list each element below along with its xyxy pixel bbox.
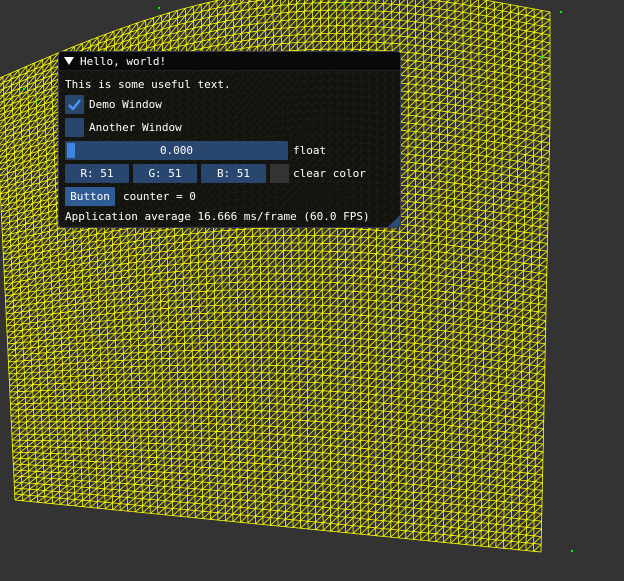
another-window-label: Another Window — [89, 121, 182, 134]
fps-stats-text: Application average 16.666 ms/frame (60.… — [65, 210, 370, 223]
color-b-field[interactable]: B: 51 — [201, 164, 266, 183]
another-window-checkbox[interactable]: Another Window — [65, 118, 182, 137]
float-slider[interactable]: 0.000 — [65, 141, 288, 160]
window-title: Hello, world! — [80, 54, 167, 68]
vertex-point — [158, 7, 160, 9]
checkbox-box[interactable] — [65, 118, 84, 137]
main-button[interactable]: Button — [65, 187, 115, 206]
slider-label: float — [293, 144, 327, 157]
vertex-point — [35, 101, 37, 103]
vertex-point — [343, 3, 345, 5]
vertex-point — [560, 11, 562, 13]
counter-text: counter = 0 — [123, 190, 196, 203]
color-label: clear color — [293, 167, 366, 180]
slider-value: 0.000 — [159, 144, 194, 157]
demo-window-label: Demo Window — [89, 98, 162, 111]
vertex-point — [539, 207, 541, 209]
vertex-point — [571, 550, 573, 552]
checkmark-icon — [68, 99, 81, 110]
color-r-field[interactable]: R: 51 — [65, 164, 129, 183]
color-swatch[interactable] — [270, 164, 289, 183]
checkbox-box[interactable] — [65, 95, 84, 114]
window-titlebar[interactable]: Hello, world! — [59, 52, 400, 71]
vertex-point — [23, 88, 25, 90]
color-g-field[interactable]: G: 51 — [133, 164, 197, 183]
collapse-triangle-icon[interactable] — [64, 57, 74, 65]
window-resize-grip[interactable] — [388, 215, 400, 227]
useful-text: This is some useful text. — [65, 78, 231, 91]
hello-world-window[interactable]: Hello, world! This is some useful text. … — [58, 51, 401, 228]
vertex-point — [541, 56, 543, 58]
demo-window-checkbox[interactable]: Demo Window — [65, 95, 162, 114]
